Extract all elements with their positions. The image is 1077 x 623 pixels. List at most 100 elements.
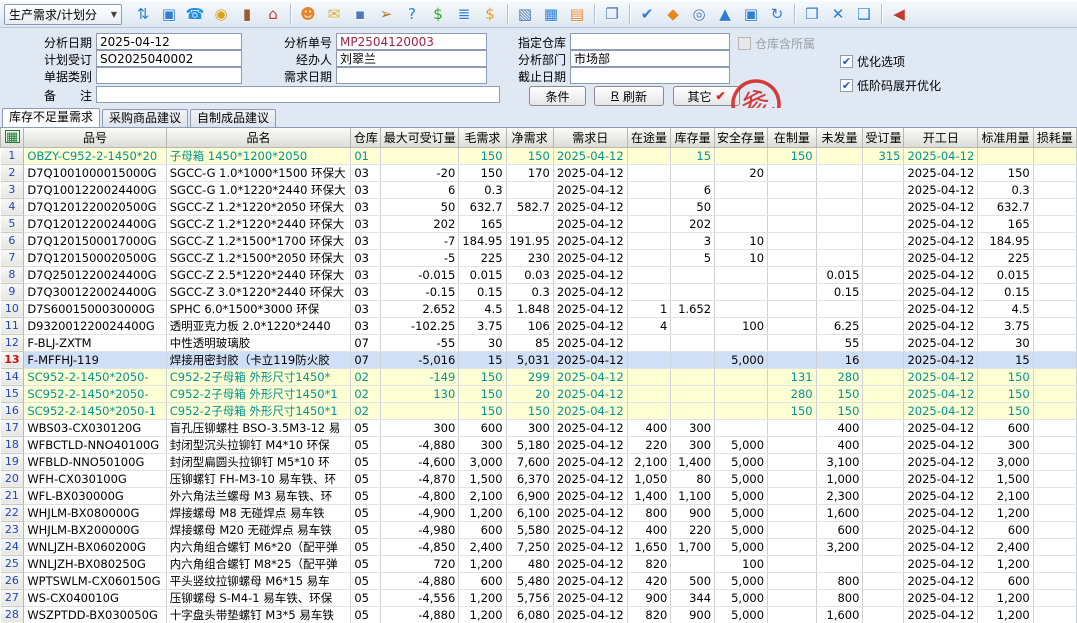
help-button[interactable]: ? (399, 2, 425, 26)
remark-field[interactable] (96, 86, 500, 103)
module-dropdown[interactable]: 生产需求/计划分 ▼ (4, 4, 122, 25)
tab-1[interactable]: 库存不足量需求 (2, 108, 100, 127)
table-row[interactable]: 16SC952-2-1450*2050-1C952-2子母箱 外形尺寸1450*… (1, 402, 1077, 419)
col-header-16[interactable]: 损耗量 (1033, 128, 1076, 147)
col-header-3[interactable]: 仓库 (351, 128, 381, 147)
refresh-arrows-button[interactable]: ↻ (764, 2, 790, 26)
money-button[interactable]: $ (425, 2, 451, 26)
tab-3[interactable]: 自制成品建议 (190, 109, 276, 127)
col-header-14[interactable]: 开工日 (904, 128, 978, 147)
table-row[interactable]: 11D932001220024400G透明亚克力板 2.0*1220*24400… (1, 317, 1077, 334)
mail-button[interactable]: ✉ (321, 2, 347, 26)
table-row[interactable]: 10D7S6001500030000GSPHC 6.0*1500*3000 环保… (1, 300, 1077, 317)
table-row[interactable]: 6D7Q1201500017000GSGCC-Z 1.2*1500*1700 环… (1, 232, 1077, 249)
window-cascade-button[interactable]: ❑ (851, 2, 877, 26)
handler-field[interactable] (336, 50, 487, 67)
col-header-9[interactable]: 库存量 (671, 128, 715, 147)
doc-type-field[interactable] (96, 67, 242, 84)
cell: D7Q2501220024400G (24, 266, 166, 283)
col-header-8[interactable]: 在途量 (627, 128, 671, 147)
col-header-10[interactable]: 安全存量 (715, 128, 768, 147)
table-row[interactable]: 2D7Q1001000015000GSGCC-G 1.0*1000*1500 环… (1, 164, 1077, 181)
optimize-checkbox[interactable]: ✔ 优化选项 (840, 54, 905, 68)
table-row[interactable]: 3D7Q1001220024400GSGCC-G 1.0*1220*2440 环… (1, 181, 1077, 198)
col-header-13[interactable]: 受订量 (863, 128, 904, 147)
refresh-button[interactable]: R 刷新 (594, 86, 664, 106)
copy-button[interactable]: ❐ (599, 2, 625, 26)
note-button[interactable]: ▪ (347, 2, 373, 26)
cell: 0.15 (978, 283, 1033, 300)
other-button[interactable]: 其它 ✔ (673, 86, 740, 106)
cell (671, 385, 715, 402)
cell (863, 181, 904, 198)
table-row[interactable]: 17WBS03-CX030120G盲孔压铆螺柱 BSO-3.5M3-12 易05… (1, 419, 1077, 436)
finance-button[interactable]: $ (477, 2, 503, 26)
home-button[interactable]: ⌂ (260, 2, 286, 26)
report-button[interactable]: ▧ (512, 2, 538, 26)
briefcase-button[interactable]: ▮ (234, 2, 260, 26)
low-level-checkbox[interactable]: ✔ 低阶码展开优化 (840, 78, 941, 92)
window-close-button[interactable]: ✕ (825, 2, 851, 26)
computer-button[interactable]: ▣ (156, 2, 182, 26)
table-row[interactable]: 26WPTSWLM-CX060150G平头竖纹拉铆螺母 M6*15 易车05-4… (1, 572, 1077, 589)
warehouse-field[interactable] (570, 33, 730, 50)
network-button[interactable]: ▲ (712, 2, 738, 26)
drawer-button[interactable]: ▤ (564, 2, 590, 26)
table-row[interactable]: 18WFBCTLD-NNO40100G封闭型沉头拉铆钉 M4*10 环保05-4… (1, 436, 1077, 453)
phone-button[interactable]: ☎ (182, 2, 208, 26)
table-row[interactable]: 5D7Q1201220024400GSGCC-Z 1.2*1220*2440 环… (1, 215, 1077, 232)
table-row[interactable]: 28WSZPTDD-BX030050G十字盘头带垫螺钉 M3*5 易车铁05-4… (1, 606, 1077, 623)
table-row[interactable]: 19WFBLD-NNO50100G封闭型扁圆头拉铆钉 M5*10 环05-4,6… (1, 453, 1077, 470)
table-row[interactable]: 15SC952-2-1450*2050-C952-2子母箱 外形尺寸1450*1… (1, 385, 1077, 402)
table-row[interactable]: 1OBZY-C952-2-1450*20子母箱 1450*1200*205001… (1, 147, 1077, 164)
calculator-button[interactable]: ▦ (538, 2, 564, 26)
key-button[interactable]: ➢ (373, 2, 399, 26)
table-row[interactable]: 4D7Q1201220020500GSGCC-Z 1.2*1220*2050 环… (1, 198, 1077, 215)
analysis-dept-field[interactable] (570, 50, 730, 67)
cell: -4,880 (381, 436, 459, 453)
col-header-2[interactable]: 品名 (166, 128, 351, 147)
col-header-4[interactable]: 最大可受订量 (381, 128, 459, 147)
exit-button[interactable]: ◀ (886, 2, 912, 26)
table-row[interactable]: 25WNLJZH-BX080250G内六角组合螺钉 M8*25（配平弹05720… (1, 555, 1077, 572)
table-row[interactable]: 14SC952-2-1450*2050-C952-2子母箱 外形尺寸1450*0… (1, 368, 1077, 385)
excel-export-button[interactable]: ▦ (1, 128, 24, 147)
table-row[interactable]: 23WHJLM-BX200000G焊接螺母 M20 无碰焊点 易车铁05-4,9… (1, 521, 1077, 538)
analysis-date-field[interactable] (96, 33, 242, 50)
col-header-6[interactable]: 净需求 (506, 128, 553, 147)
approve-button[interactable]: ✔ (634, 2, 660, 26)
search-doc-button[interactable]: ◎ (686, 2, 712, 26)
lock-key-button[interactable]: ◉ (208, 2, 234, 26)
cart-button[interactable]: ≣ (451, 2, 477, 26)
table-row[interactable]: 24WNLJZH-BX060200G内六角组合螺钉 M6*20（配平弹05-4,… (1, 538, 1077, 555)
col-header-1[interactable]: 品号 (24, 128, 166, 147)
table-row[interactable]: 8D7Q2501220024400GSGCC-Z 2.5*1220*2440 环… (1, 266, 1077, 283)
warehouse-incl-checkbox[interactable]: 仓库含所属 (738, 36, 815, 50)
col-header-15[interactable]: 标准用量 (978, 128, 1033, 147)
col-header-7[interactable]: 需求日 (553, 128, 627, 147)
table-row[interactable]: 21WFL-BX030000G外六角法兰螺母 M3 易车铁、环05-4,8002… (1, 487, 1077, 504)
table-row[interactable]: 20WFH-CX030100G压铆螺钉 FH-M3-10 易车铁、环05-4,8… (1, 470, 1077, 487)
optimize-label: 优化选项 (857, 53, 905, 70)
col-header-12[interactable]: 未发量 (816, 128, 863, 147)
deadline-field[interactable] (570, 67, 730, 84)
col-header-11[interactable]: 在制量 (768, 128, 817, 147)
users-button[interactable]: ☻ (295, 2, 321, 26)
table-row[interactable]: 7D7Q1201500020500GSGCC-Z 1.2*1500*2050 环… (1, 249, 1077, 266)
table-row[interactable]: 27WS-CX040010G压铆螺母 S-M4-1 易车铁、环保05-4,556… (1, 589, 1077, 606)
alert-button[interactable]: ◆ (660, 2, 686, 26)
table-row[interactable]: 13F-MFFHJ-119焊接用密封胶（卡立119防火胶07-5,016155,… (1, 351, 1077, 368)
table-row[interactable]: 9D7Q3001220024400GSGCC-Z 3.0*1220*2440 环… (1, 283, 1077, 300)
demand-date-field[interactable] (336, 67, 487, 84)
monitor-share-button[interactable]: ▣ (738, 2, 764, 26)
cell: 3,100 (816, 453, 863, 470)
window-restore-button[interactable]: ❒ (799, 2, 825, 26)
planned-order-field[interactable] (96, 50, 242, 67)
workflow-button[interactable]: ⇅ (130, 2, 156, 26)
col-header-5[interactable]: 毛需求 (459, 128, 506, 147)
analysis-no-field[interactable] (336, 33, 487, 50)
table-row[interactable]: 12F-BLJ-ZXTM中性透明玻璃胶07-5530852025-04-1255… (1, 334, 1077, 351)
tab-2[interactable]: 采购商品建议 (102, 109, 188, 127)
table-row[interactable]: 22WHJLM-BX080000G焊接螺母 M8 无碰焊点 易车铁05-4,90… (1, 504, 1077, 521)
condition-button[interactable]: 条件 (529, 86, 586, 106)
